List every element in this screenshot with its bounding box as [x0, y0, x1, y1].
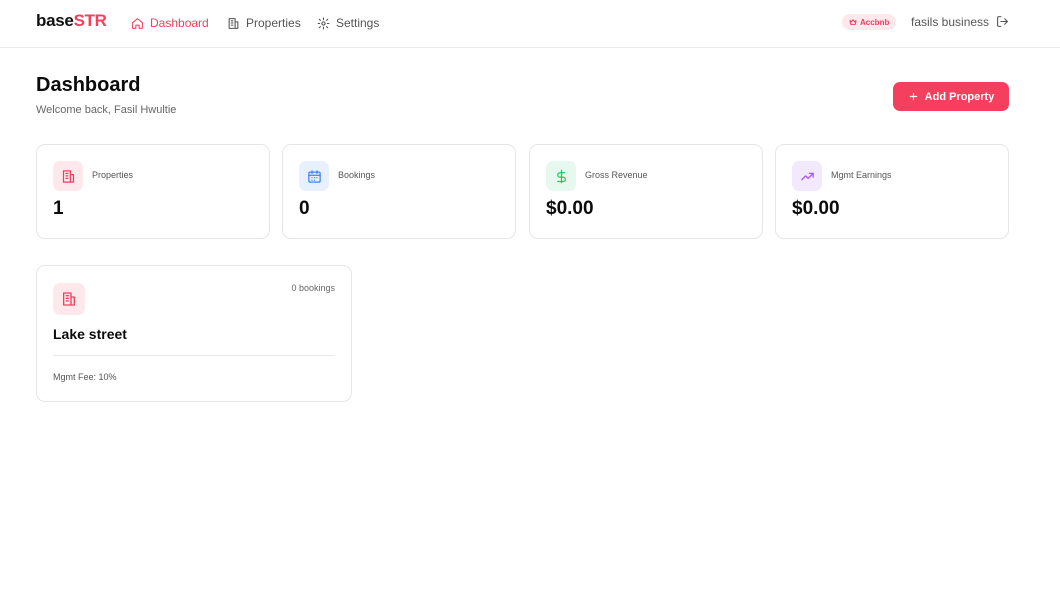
page-title: Dashboard: [36, 74, 141, 96]
stat-value: 0: [299, 198, 310, 219]
stat-value: $0.00: [546, 198, 594, 219]
crown-icon: [849, 19, 857, 25]
stat-label: Properties: [92, 170, 134, 180]
property-mgmt-fee: Mgmt Fee: 10%: [53, 372, 117, 382]
stat-card-mgmt-earnings: Mgmt Earnings $0.00: [775, 144, 1009, 239]
property-card[interactable]: 0 bookings Lake street Mgmt Fee: 10%: [36, 265, 352, 402]
building-icon: [62, 292, 75, 306]
business-name[interactable]: fasils business: [911, 15, 989, 29]
add-property-button[interactable]: Add Property: [893, 82, 1009, 111]
brand-logo-part1: base: [36, 11, 74, 30]
nav-properties[interactable]: Properties: [227, 14, 301, 32]
property-icon-wrap: [53, 283, 85, 315]
stat-label: Bookings: [338, 170, 376, 180]
calendar-icon: [307, 169, 321, 183]
nav-settings-label: Settings: [336, 16, 380, 30]
building-icon: [62, 169, 74, 183]
nav-properties-label: Properties: [246, 16, 301, 30]
property-bookings-count: 0 bookings: [291, 283, 335, 293]
brand-logo[interactable]: baseSTR: [36, 11, 107, 31]
account-badge-label: Accbnb: [860, 17, 890, 27]
nav-dashboard-label: Dashboard: [150, 16, 209, 30]
stat-label: Mgmt Earnings: [831, 170, 892, 180]
stat-card-gross-revenue: Gross Revenue $0.00: [529, 144, 763, 239]
divider: [53, 355, 335, 356]
nav-dashboard[interactable]: Dashboard: [131, 14, 209, 32]
logout-icon[interactable]: [996, 15, 1009, 28]
stat-icon-wrap: [53, 161, 83, 191]
plus-icon: [909, 92, 917, 101]
building-icon: [228, 17, 239, 29]
stat-icon-wrap: [792, 161, 822, 191]
stat-label: Gross Revenue: [585, 170, 648, 180]
dollar-icon: [556, 169, 566, 183]
add-property-label: Add Property: [924, 90, 995, 103]
account-badge: Accbnb: [842, 14, 897, 30]
stat-icon-wrap: [299, 161, 329, 191]
home-icon: [132, 17, 143, 29]
stat-card-properties: Properties 1: [36, 144, 270, 239]
property-name: Lake street: [53, 326, 127, 342]
gear-icon: [317, 17, 330, 29]
stat-value: $0.00: [792, 198, 840, 219]
stat-value: 1: [53, 198, 64, 219]
brand-logo-part2: STR: [73, 11, 107, 30]
stat-icon-wrap: [546, 161, 576, 191]
stat-card-bookings: Bookings 0: [282, 144, 516, 239]
trending-up-icon: [800, 172, 814, 180]
welcome-text: Welcome back, Fasil Hwultie: [36, 104, 177, 116]
top-navbar: baseSTR Dashboard Properties Settings Ac…: [0, 0, 1060, 48]
nav-settings[interactable]: Settings: [317, 14, 379, 32]
